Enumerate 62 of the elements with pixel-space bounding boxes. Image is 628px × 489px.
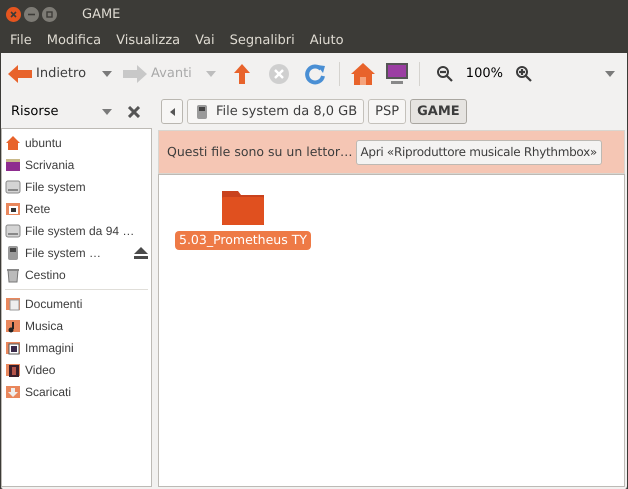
- music-folder-icon: [5, 318, 21, 334]
- sidebar-item[interactable]: Documenti: [25, 295, 82, 313]
- back-arrow-icon: [7, 63, 33, 85]
- sidebar-item[interactable]: Video: [25, 361, 56, 379]
- downloads-folder-icon: [5, 384, 21, 400]
- menu-item[interactable]: Modifica: [40, 31, 108, 51]
- zoom-level: 100%: [466, 65, 503, 84]
- folder-icon[interactable]: [220, 189, 266, 227]
- home-icon: [5, 135, 21, 151]
- maximize-button[interactable]: [42, 7, 57, 22]
- sidebar-selector[interactable]: Risorse: [11, 102, 58, 122]
- hard-drive-icon: [5, 179, 21, 195]
- sidebar-item[interactable]: File system …: [25, 244, 102, 262]
- window-title: GAME: [82, 6, 120, 24]
- close-icon: [10, 11, 17, 18]
- info-message: Questi file sono su un lettor…: [167, 142, 353, 161]
- sidebar-item[interactable]: Rete: [25, 200, 50, 218]
- sidebar-item[interactable]: Scrivania: [25, 156, 74, 174]
- minimize-icon: [28, 11, 35, 18]
- pictures-folder-icon: [5, 340, 21, 356]
- computer-icon[interactable]: [384, 62, 409, 86]
- path-scroll-left-button[interactable]: [161, 99, 183, 124]
- sidebar-item[interactable]: File system da 94 …: [25, 222, 134, 240]
- sidebar-item[interactable]: Musica: [25, 317, 64, 335]
- path-button[interactable]: GAME: [410, 99, 467, 124]
- path-button[interactable]: PSP: [368, 99, 406, 124]
- dropdown-arrow-icon[interactable]: [102, 108, 112, 114]
- eject-icon[interactable]: [134, 247, 148, 259]
- menu-item[interactable]: Vai: [188, 31, 222, 51]
- network-folder-icon: [5, 201, 21, 217]
- hard-drive-icon: [5, 223, 21, 239]
- open-rhythmbox-button[interactable]: Apri «Riproduttore musicale Rhythmbox»: [356, 140, 602, 164]
- video-folder-icon: [5, 362, 21, 378]
- menu-item[interactable]: Visualizza: [109, 31, 188, 51]
- maximize-icon: [46, 11, 53, 18]
- menu-item[interactable]: File: [3, 31, 39, 51]
- path-button[interactable]: File system da 8,0 GB: [187, 99, 364, 124]
- minimize-button[interactable]: [24, 7, 39, 22]
- back-button[interactable]: Indietro: [7, 59, 90, 89]
- up-arrow-icon[interactable]: [232, 63, 251, 85]
- sidebar-item[interactable]: Cestino: [25, 266, 66, 284]
- sidebar-item[interactable]: Scaricati: [25, 383, 72, 401]
- close-button[interactable]: [6, 7, 21, 22]
- sidebar-item[interactable]: Immagini: [25, 339, 74, 357]
- media-player-icon: [194, 104, 210, 120]
- desktop-icon: [5, 157, 21, 173]
- forward-arrow-icon: [122, 63, 148, 85]
- overflow-arrow-icon[interactable]: [605, 71, 615, 77]
- menu-item[interactable]: Aiuto: [302, 31, 351, 51]
- sidebar-item[interactable]: ubuntu: [25, 134, 62, 152]
- trash-icon: [5, 267, 21, 283]
- zoom-out-icon[interactable]: [436, 65, 454, 83]
- zoom-in-icon[interactable]: [514, 65, 533, 83]
- close-icon[interactable]: [128, 106, 140, 118]
- reload-icon[interactable]: [304, 63, 326, 85]
- left-arrow-icon: [170, 108, 174, 116]
- home-icon[interactable]: [350, 62, 376, 86]
- documents-folder-icon: [5, 296, 21, 312]
- sidebar-item[interactable]: File system: [25, 178, 86, 196]
- dropdown-arrow-icon[interactable]: [102, 71, 112, 77]
- menu-item[interactable]: Segnalibri: [222, 31, 302, 51]
- media-player-icon: [5, 245, 21, 261]
